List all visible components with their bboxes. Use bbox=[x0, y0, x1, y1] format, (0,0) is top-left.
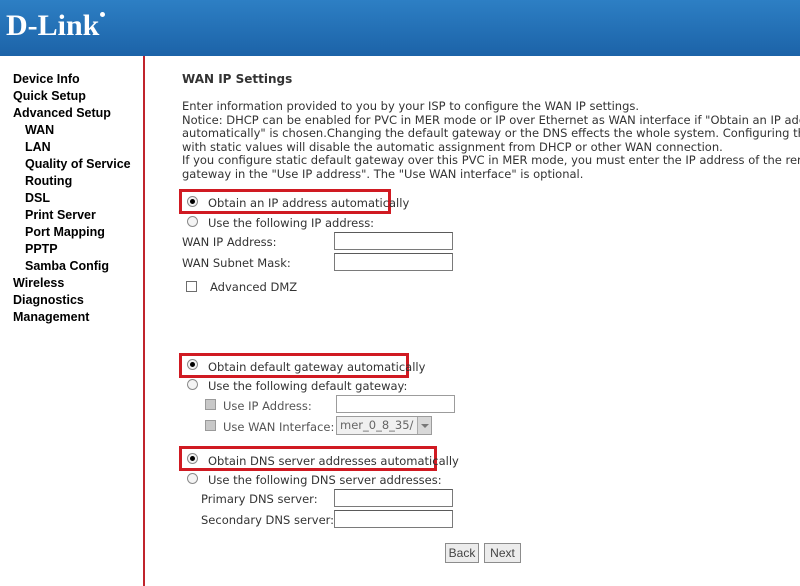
sidebar-item-print-server[interactable]: Print Server bbox=[0, 207, 143, 224]
logo-dot bbox=[100, 12, 106, 17]
wan-interface-selected: mer_0_8_35/ bbox=[340, 418, 414, 432]
wan-ip-label: WAN IP Address: bbox=[182, 235, 277, 249]
sidebar-item-diagnostics[interactable]: Diagnostics bbox=[0, 292, 143, 309]
dns-static-label: Use the following DNS server addresses: bbox=[208, 473, 442, 487]
description-line: Notice: DHCP can be enabled for PVC in M… bbox=[182, 112, 800, 127]
gateway-auto-label: Obtain default gateway automatically bbox=[208, 360, 426, 374]
sidebar: Device Info Quick Setup Advanced Setup W… bbox=[0, 56, 143, 586]
sidebar-item-routing[interactable]: Routing bbox=[0, 173, 143, 190]
page-description: Enter information provided to you by you… bbox=[182, 99, 800, 181]
use-wan-interface-label: Use WAN Interface: bbox=[223, 420, 335, 434]
dlink-logo: D-Link bbox=[6, 9, 106, 43]
secondary-dns-label: Secondary DNS server: bbox=[201, 513, 335, 527]
sidebar-item-pptp[interactable]: PPTP bbox=[0, 241, 143, 258]
sidebar-item-quick-setup[interactable]: Quick Setup bbox=[0, 88, 143, 105]
gateway-ip-input[interactable] bbox=[336, 395, 455, 413]
wan-subnet-input[interactable] bbox=[334, 253, 453, 271]
secondary-dns-input[interactable] bbox=[334, 510, 453, 528]
sidebar-item-samba-config[interactable]: Samba Config bbox=[0, 258, 143, 275]
gateway-auto-radio[interactable] bbox=[187, 359, 198, 370]
back-button[interactable]: Back bbox=[445, 543, 479, 563]
sidebar-nav: Device Info Quick Setup Advanced Setup W… bbox=[0, 71, 143, 326]
sidebar-item-advanced-setup[interactable]: Advanced Setup bbox=[0, 105, 143, 122]
main-content: WAN IP Settings Enter information provid… bbox=[145, 56, 800, 586]
next-button[interactable]: Next bbox=[484, 543, 521, 563]
use-ip-address-checkbox[interactable] bbox=[205, 399, 216, 410]
ip-static-label: Use the following IP address: bbox=[208, 216, 375, 230]
description-line: If you configure static default gateway … bbox=[182, 153, 800, 167]
sidebar-item-lan[interactable]: LAN bbox=[0, 139, 143, 156]
wan-subnet-label: WAN Subnet Mask: bbox=[182, 256, 291, 270]
wan-ip-input[interactable] bbox=[334, 232, 453, 250]
sidebar-item-port-mapping[interactable]: Port Mapping bbox=[0, 224, 143, 241]
description-line: automatically" is chosen.Changing the de… bbox=[182, 126, 800, 140]
ip-auto-radio[interactable] bbox=[187, 196, 198, 207]
wan-interface-select[interactable]: mer_0_8_35/ bbox=[336, 416, 432, 435]
page-title: WAN IP Settings bbox=[182, 72, 293, 86]
chevron-down-icon[interactable] bbox=[417, 417, 431, 434]
dns-auto-radio[interactable] bbox=[187, 453, 198, 464]
header-bar: D-Link bbox=[0, 0, 800, 56]
sidebar-item-management[interactable]: Management bbox=[0, 309, 143, 326]
description-line: Enter information provided to you by you… bbox=[182, 99, 640, 113]
gateway-static-label: Use the following default gateway: bbox=[208, 379, 408, 393]
primary-dns-input[interactable] bbox=[334, 489, 453, 507]
sidebar-item-device-info[interactable]: Device Info bbox=[0, 71, 143, 88]
use-ip-address-label: Use IP Address: bbox=[223, 399, 312, 413]
gateway-static-radio[interactable] bbox=[187, 379, 198, 390]
advanced-dmz-label: Advanced DMZ bbox=[210, 280, 298, 294]
dns-auto-label: Obtain DNS server addresses automaticall… bbox=[208, 454, 459, 468]
ip-static-radio[interactable] bbox=[187, 216, 198, 227]
advanced-dmz-checkbox[interactable] bbox=[186, 281, 197, 292]
sidebar-item-qos[interactable]: Quality of Service bbox=[0, 156, 143, 173]
description-line: with static values will disable the auto… bbox=[182, 139, 723, 154]
description-line: gateway in the "Use IP address". The "Us… bbox=[182, 166, 584, 181]
use-wan-interface-checkbox[interactable] bbox=[205, 420, 216, 431]
sidebar-item-wan[interactable]: WAN bbox=[0, 122, 143, 139]
ip-auto-label: Obtain an IP address automatically bbox=[208, 196, 410, 210]
sidebar-item-dsl[interactable]: DSL bbox=[0, 190, 143, 207]
sidebar-item-wireless[interactable]: Wireless bbox=[0, 275, 143, 292]
primary-dns-label: Primary DNS server: bbox=[201, 492, 318, 506]
dns-static-radio[interactable] bbox=[187, 473, 198, 484]
